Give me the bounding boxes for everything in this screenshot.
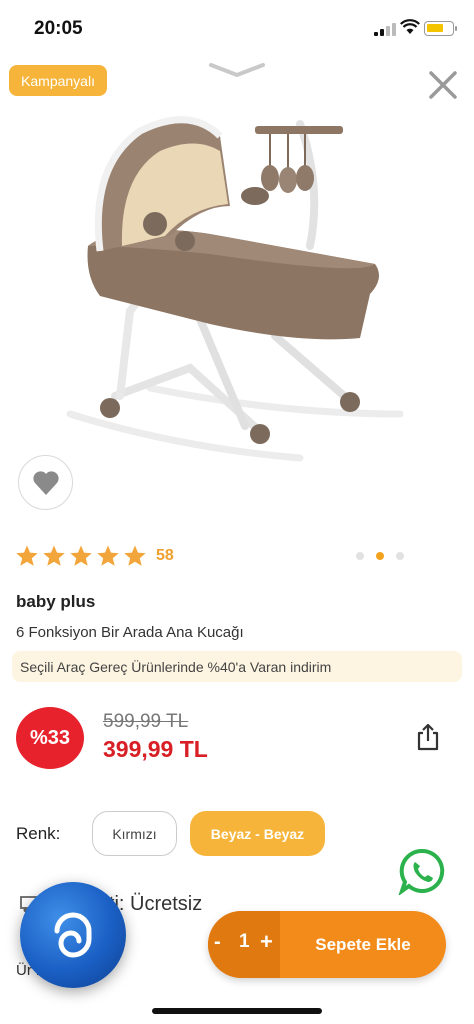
product-title: 6 Fonksiyon Bir Arada Ana Kucağı — [16, 624, 244, 641]
old-price: 599,99 TL — [103, 711, 189, 732]
pager-dot — [396, 552, 404, 560]
share-icon[interactable] — [414, 722, 442, 752]
whatsapp-icon[interactable] — [398, 847, 446, 895]
star-icon — [70, 545, 92, 566]
star-icon — [43, 545, 65, 566]
rating-count: 58 — [156, 547, 174, 564]
current-price: 399,99 TL — [103, 736, 208, 762]
add-to-cart-bar: - 1 + Sepete Ekle — [208, 911, 446, 978]
quantity-stepper: - 1 + — [208, 911, 280, 978]
favorite-button[interactable] — [18, 455, 73, 510]
brand-name[interactable]: baby plus — [16, 592, 95, 612]
add-to-cart-button[interactable]: Sepete Ekle — [280, 911, 446, 978]
image-pager — [356, 552, 416, 560]
increase-quantity-button[interactable]: + — [260, 929, 273, 955]
discount-badge: %33 — [16, 707, 84, 769]
close-icon[interactable] — [424, 66, 462, 104]
color-option-beyaz[interactable]: Beyaz - Beyaz — [190, 811, 325, 856]
assistant-icon — [54, 912, 92, 958]
status-time: 20:05 — [34, 18, 83, 39]
star-icon — [97, 545, 119, 566]
quantity-value: 1 — [239, 931, 250, 952]
pager-dot-active — [376, 552, 384, 560]
home-indicator — [152, 1008, 322, 1014]
signal-icon — [374, 22, 396, 36]
color-label: Renk: — [16, 824, 61, 843]
pager-dot — [356, 552, 364, 560]
color-option-kirmizi[interactable]: Kırmızı — [92, 811, 177, 856]
assistant-fab[interactable] — [20, 882, 126, 988]
status-bar: 20:05 — [0, 0, 474, 56]
campaign-badge: Kampanyalı — [9, 65, 107, 96]
chevron-down-icon[interactable] — [208, 60, 266, 80]
battery-icon — [424, 21, 457, 36]
heart-icon — [32, 470, 59, 495]
rating[interactable]: 58 — [15, 542, 174, 570]
star-icon — [124, 545, 146, 566]
product-image[interactable] — [60, 96, 410, 486]
promo-banner[interactable]: Seçili Araç Gereç Ürünlerinde %40'a Vara… — [12, 651, 462, 682]
decrease-quantity-button[interactable]: - — [214, 931, 221, 954]
star-icon — [16, 545, 38, 566]
wifi-icon — [400, 19, 420, 34]
